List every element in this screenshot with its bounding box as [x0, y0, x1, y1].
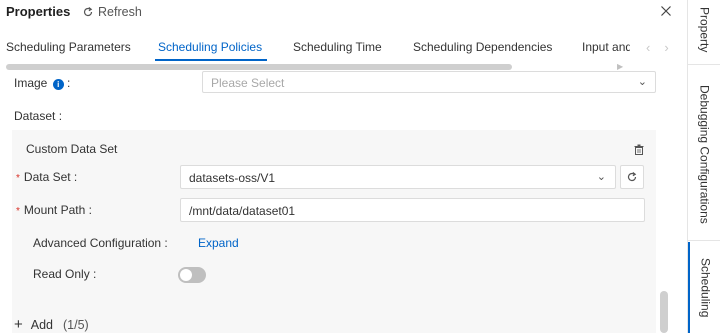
rail-tab-property-label: Property: [697, 7, 712, 53]
custom-data-set-section: Custom Data Set * Data Set : datasets-oss…: [12, 130, 656, 333]
add-label: Add: [30, 317, 54, 332]
horizontal-scrollbar[interactable]: [6, 64, 512, 70]
data-set-label: Data Set :: [23, 170, 78, 184]
panel-title: Properties: [6, 4, 71, 19]
mount-path-input[interactable]: /mnt/data/dataset01: [180, 198, 645, 222]
refresh-icon: [83, 7, 93, 17]
image-label: Image: [14, 76, 48, 90]
vertical-scrollbar[interactable]: [660, 291, 668, 333]
tab-scroll-arrows: ‹ ›: [646, 40, 669, 55]
chevron-right-icon[interactable]: ›: [664, 40, 668, 55]
add-data-set-button[interactable]: + Add (1/5): [14, 316, 89, 333]
refresh-button[interactable]: Refresh: [82, 5, 142, 19]
rail-divider: [688, 64, 720, 65]
refresh-icon: [627, 172, 637, 182]
tab-scheduling-dependencies[interactable]: Scheduling Dependencies: [413, 40, 552, 54]
dataset-label: Dataset :: [14, 109, 63, 123]
image-label-colon: :: [67, 76, 71, 90]
mount-path-label: Mount Path :: [23, 203, 92, 217]
expand-link[interactable]: Expand: [198, 236, 239, 250]
image-select-placeholder: Please Select: [211, 76, 285, 90]
rail-tab-debugging-label: Debugging Configurations: [697, 84, 712, 224]
active-tab-indicator: [155, 59, 267, 61]
rail-tab-property[interactable]: Property: [688, 0, 720, 60]
toggle-knob: [180, 269, 192, 281]
refresh-data-set-button[interactable]: [620, 165, 644, 189]
close-icon[interactable]: [660, 5, 672, 17]
tab-input-and-output[interactable]: Input and: [582, 40, 630, 54]
panel-header: Properties Refresh: [0, 0, 687, 28]
data-set-select[interactable]: datasets-oss/V1 ⌄: [180, 165, 616, 189]
image-label-row: Image i :: [14, 76, 70, 90]
required-marker: *: [16, 173, 20, 184]
right-rail: Property Debugging Configurations Schedu…: [687, 0, 720, 333]
custom-data-set-title: Custom Data Set: [26, 142, 118, 156]
add-count: (1/5): [63, 317, 89, 332]
chevron-left-icon[interactable]: ‹: [646, 40, 650, 55]
image-select[interactable]: Please Select ⌄: [202, 71, 656, 93]
required-marker: *: [16, 206, 20, 217]
chevron-down-icon: ⌄: [637, 76, 647, 88]
mount-path-value: /mnt/data/dataset01: [189, 204, 296, 218]
rail-tab-scheduling-label: Scheduling: [698, 257, 713, 318]
refresh-label: Refresh: [98, 5, 142, 19]
rail-tab-debugging-configurations[interactable]: Debugging Configurations: [688, 70, 720, 238]
tab-scheduling-policies[interactable]: Scheduling Policies: [158, 40, 262, 54]
tab-scheduling-parameters[interactable]: Scheduling Parameters: [6, 40, 131, 54]
read-only-label: Read Only :: [33, 267, 97, 281]
advanced-configuration-label: Advanced Configuration :: [33, 236, 168, 250]
read-only-toggle[interactable]: [178, 267, 206, 283]
rail-divider: [688, 240, 720, 241]
properties-panel: Properties Refresh Scheduling Parameters…: [0, 0, 687, 333]
tab-scheduling-time[interactable]: Scheduling Time: [293, 40, 382, 54]
info-icon[interactable]: i: [52, 79, 64, 90]
plus-icon: +: [14, 316, 23, 333]
data-set-value: datasets-oss/V1: [189, 171, 276, 185]
tab-bar: Scheduling Parameters Scheduling Policie…: [0, 32, 640, 62]
chevron-down-icon: ⌄: [596, 171, 606, 183]
scroll-right-arrow-icon[interactable]: ▶: [617, 62, 623, 71]
mount-path-label-row: * Mount Path :: [16, 203, 92, 217]
data-set-label-row: * Data Set :: [16, 170, 77, 184]
trash-icon[interactable]: [634, 144, 644, 155]
rail-tab-scheduling[interactable]: Scheduling: [688, 242, 720, 333]
